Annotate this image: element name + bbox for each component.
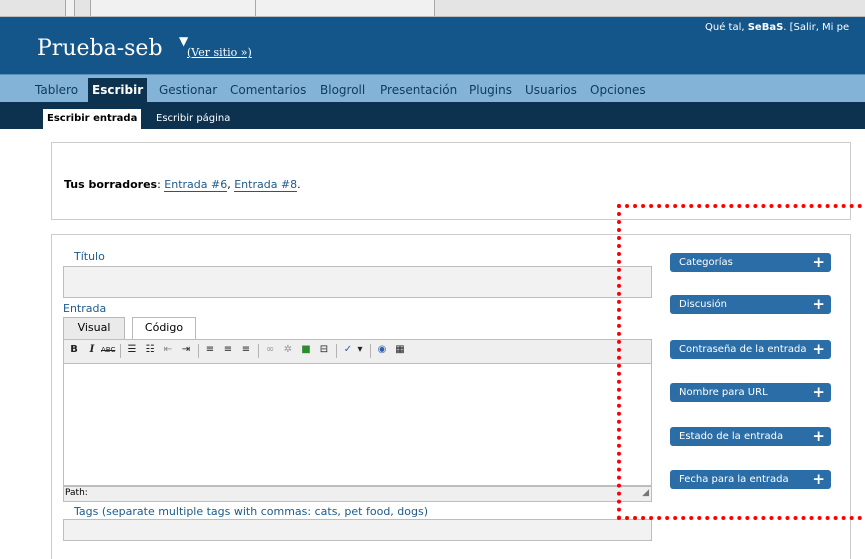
unlink-icon[interactable]: ✲ — [281, 343, 295, 357]
link-icon[interactable]: ∞ — [263, 343, 277, 357]
greeting-prefix: Qué tal, — [705, 22, 748, 33]
bullet-list-icon[interactable]: ☰ — [125, 343, 139, 357]
draft-link-8[interactable]: Entrada #8 — [234, 178, 298, 192]
tags-input[interactable] — [63, 519, 652, 541]
menu-item-usuarios[interactable]: Usuarios — [525, 79, 577, 101]
view-site-link[interactable]: (Ver sitio ») — [187, 46, 252, 59]
align-right-icon[interactable]: ≡ — [239, 343, 253, 357]
menu-item-presentacion[interactable]: Presentación — [380, 79, 457, 101]
align-left-icon[interactable]: ≡ — [203, 343, 217, 357]
browser-segment — [255, 0, 435, 16]
drafts-line: Tus borradores: Entrada #6, Entrada #8. — [64, 178, 301, 192]
toolbar-separator — [258, 344, 259, 358]
toolbar-separator — [370, 344, 371, 358]
image-icon[interactable]: ■ — [299, 343, 313, 357]
menu-item-gestionar[interactable]: Gestionar — [159, 79, 217, 101]
admin-header: Prueba-seb ▼ (Ver sitio ») Qué tal, SeBa… — [0, 17, 865, 74]
admin-submenu: Escribir entrada Escribir página — [0, 102, 865, 129]
user-greeting: Qué tal, SeBaS. [Salir, Mi pe — [705, 22, 849, 33]
bold-icon[interactable]: B — [67, 343, 81, 357]
help-icon[interactable]: ◉ — [375, 343, 389, 357]
editor-content-area[interactable] — [63, 364, 652, 486]
editor-toolbar: B I ABC ☰ ☷ ⇤ ⇥ ≡ ≡ ≡ ∞ ✲ ■ ⊟ ✓ ▾ ◉ ▦ — [63, 339, 652, 364]
draft-link-6[interactable]: Entrada #6 — [164, 178, 228, 192]
menu-item-tablero[interactable]: Tablero — [35, 79, 78, 101]
browser-toolbar-strip — [0, 0, 865, 17]
submenu-item-escribir-entrada[interactable]: Escribir entrada — [43, 109, 142, 129]
entry-label: Entrada — [63, 302, 107, 315]
tab-visual[interactable]: Visual — [63, 317, 125, 339]
highlight-frame — [617, 204, 862, 520]
submenu-item-escribir-pagina[interactable]: Escribir página — [156, 109, 230, 129]
menu-item-blogroll[interactable]: Blogroll — [320, 79, 365, 101]
fullscreen-icon[interactable]: ▦ — [393, 343, 407, 357]
menu-item-comentarios[interactable]: Comentarios — [230, 79, 306, 101]
more-icon[interactable]: ⊟ — [317, 343, 331, 357]
menu-item-opciones[interactable]: Opciones — [590, 79, 646, 101]
title-label: Título — [74, 250, 105, 263]
menu-item-escribir[interactable]: Escribir — [88, 78, 148, 103]
site-title[interactable]: Prueba-seb — [37, 36, 163, 61]
tags-label: Tags (separate multiple tags with commas… — [74, 505, 429, 518]
toolbar-separator — [336, 344, 337, 358]
browser-segment — [65, 0, 75, 16]
strikethrough-icon[interactable]: ABC — [101, 343, 115, 357]
greeting-suffix[interactable]: . [Salir, Mi pe — [783, 22, 849, 33]
greeting-user[interactable]: SeBaS — [748, 22, 784, 33]
chevron-down-icon[interactable]: ▾ — [353, 343, 367, 357]
numbered-list-icon[interactable]: ☷ — [143, 343, 157, 357]
admin-menu: Tablero Escribir Gestionar Comentarios B… — [0, 74, 865, 103]
toolbar-separator — [198, 344, 199, 358]
drafts-label: Tus borradores — [64, 178, 158, 191]
editor-path-bar: Path: ◢ — [63, 486, 652, 502]
indent-icon[interactable]: ⇥ — [179, 343, 193, 357]
outdent-icon[interactable]: ⇤ — [161, 343, 175, 357]
italic-icon[interactable]: I — [85, 343, 99, 357]
browser-segment — [90, 0, 270, 16]
align-center-icon[interactable]: ≡ — [221, 343, 235, 357]
drafts-end: . — [297, 178, 301, 191]
title-input[interactable] — [63, 266, 652, 298]
tab-codigo[interactable]: Código — [132, 317, 196, 339]
toolbar-separator — [120, 344, 121, 358]
path-label: Path: — [65, 488, 88, 498]
menu-item-plugins[interactable]: Plugins — [469, 79, 512, 101]
